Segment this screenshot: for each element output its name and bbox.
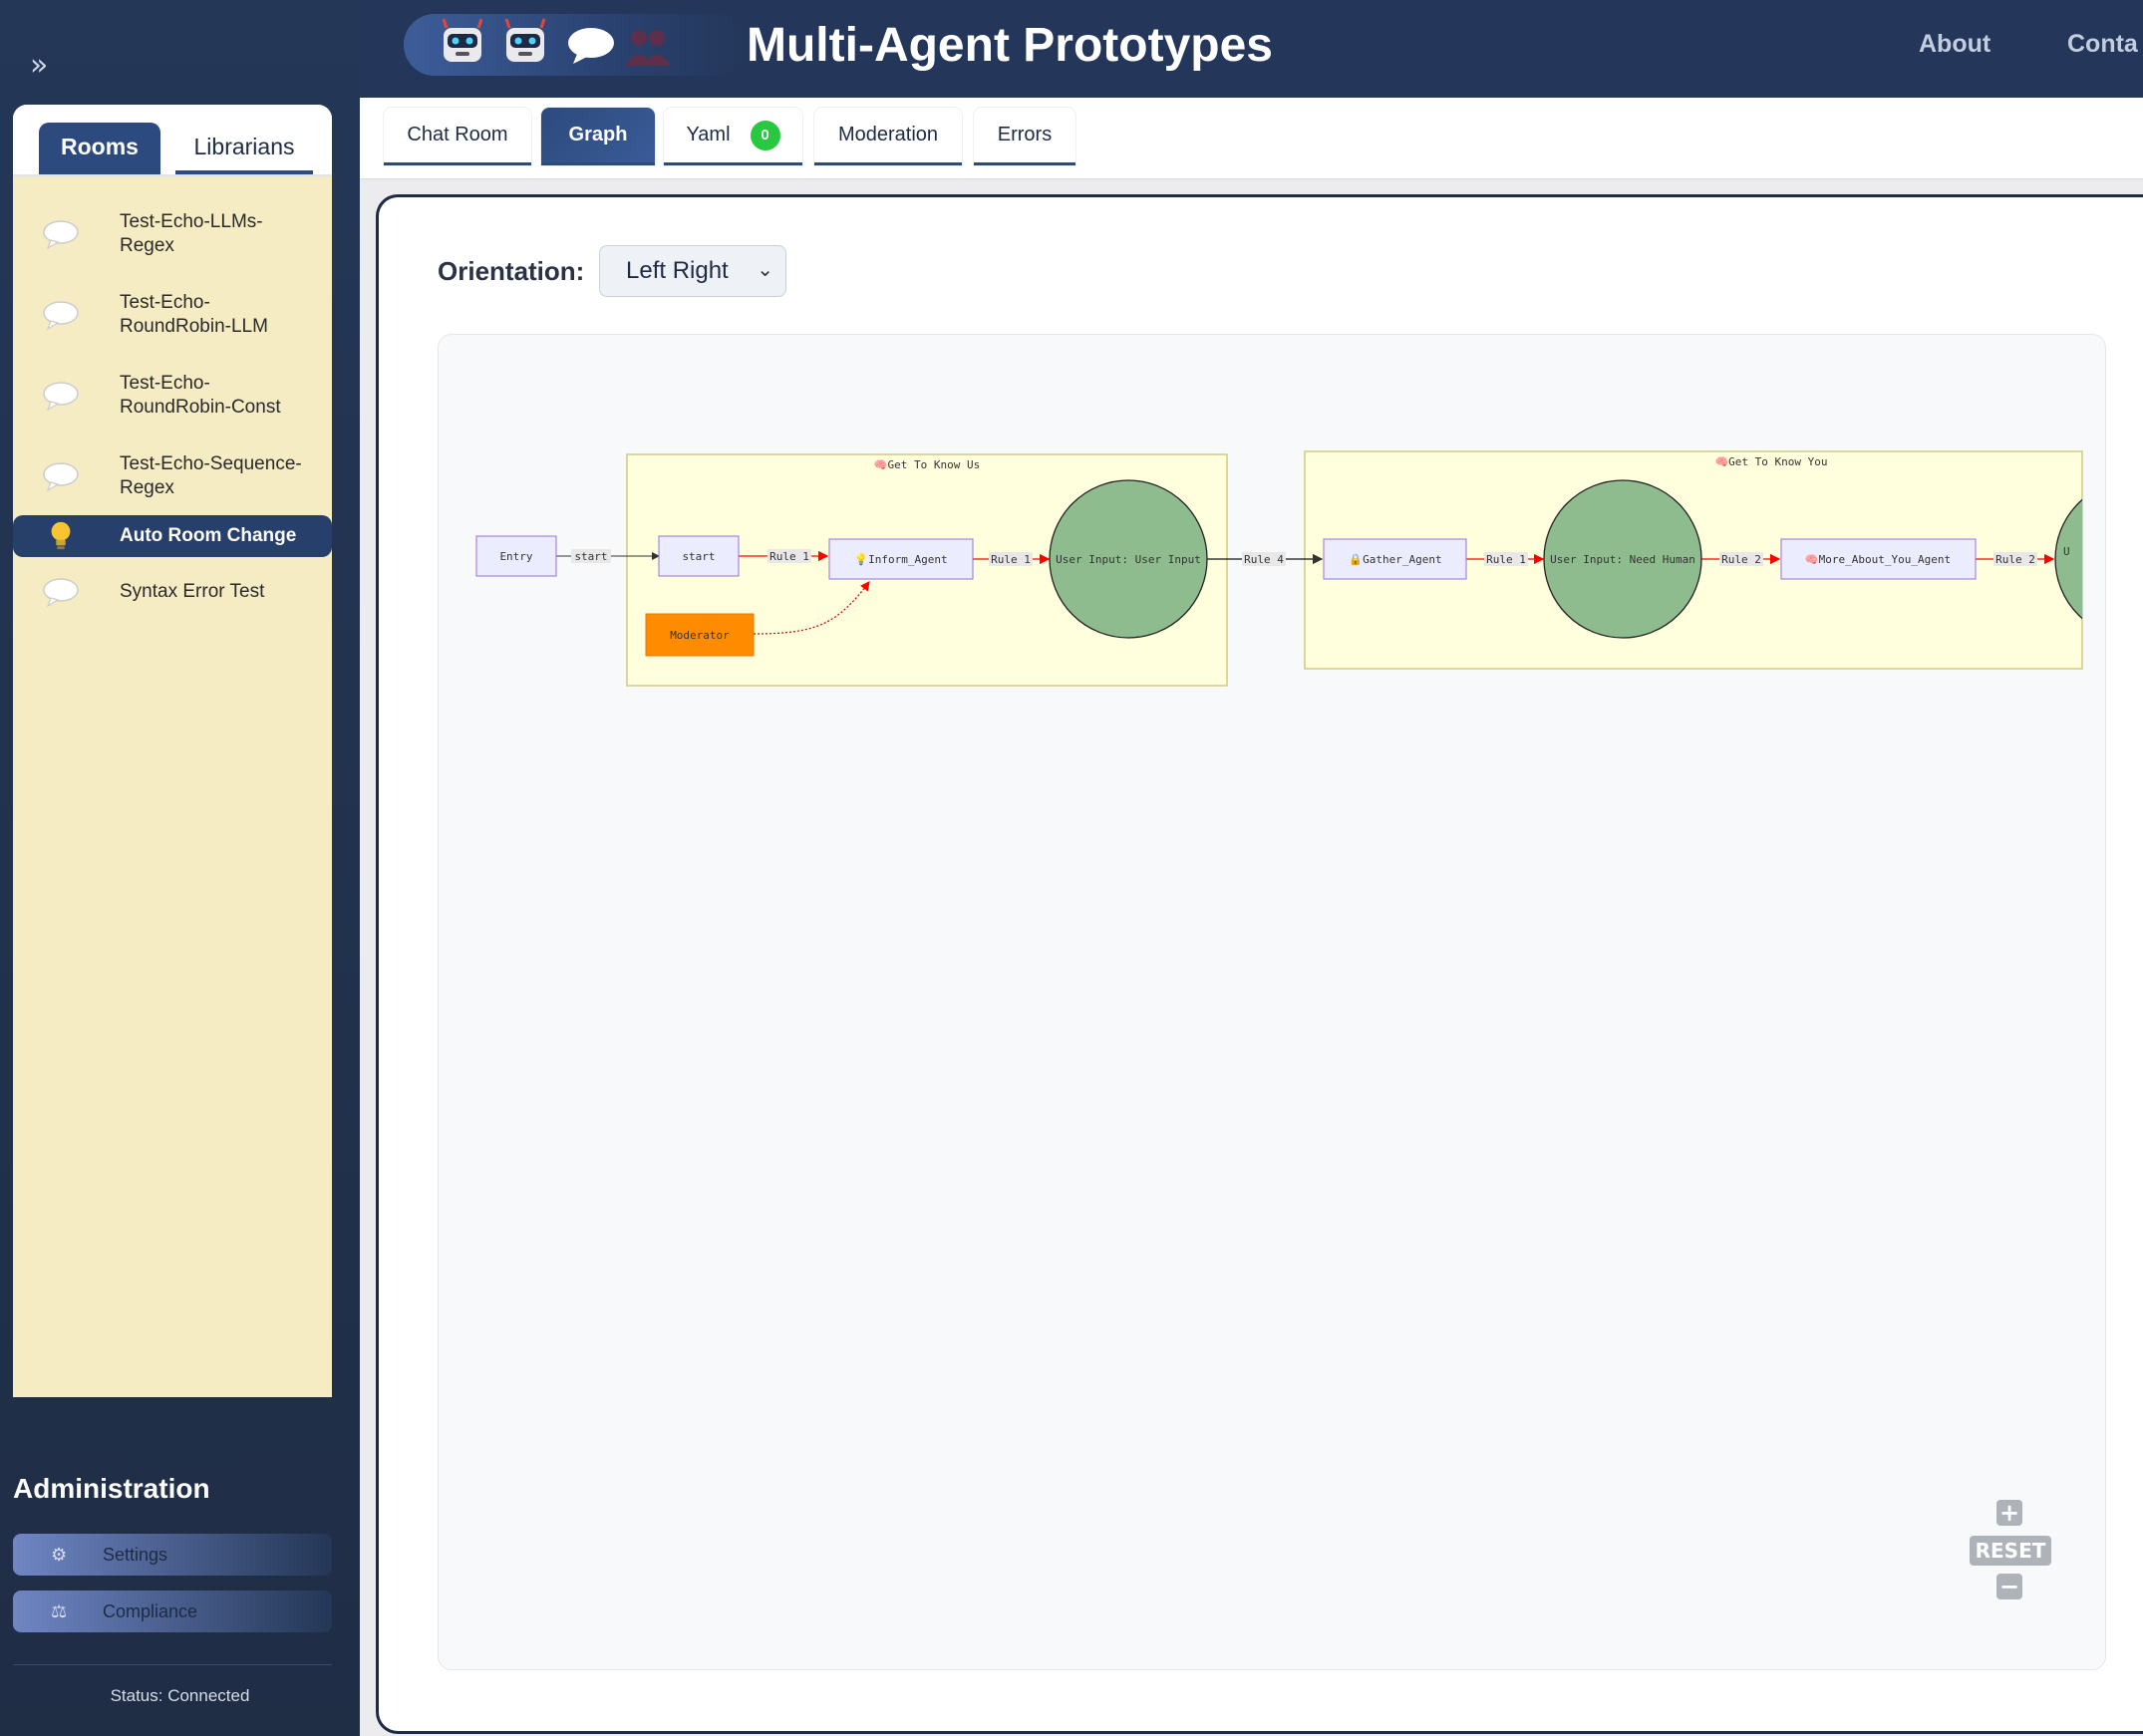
sidebar-divider	[13, 1664, 332, 1665]
edge-label: start	[574, 550, 607, 563]
scales-icon: ⚖	[51, 1600, 68, 1621]
tab-errors[interactable]: Errors	[974, 108, 1075, 165]
tab-graph[interactable]: Graph	[541, 108, 655, 165]
zoom-reset-button[interactable]: RESET	[1970, 1536, 2051, 1566]
room-item-test-echo-sequence-regex[interactable]: Test-Echo-Sequence- Regex	[13, 441, 332, 511]
node-label: User Input: User Input	[1056, 553, 1201, 566]
node-label: U	[2063, 545, 2070, 558]
zoom-in-button[interactable]: +	[1996, 1499, 2022, 1527]
robot-icon	[504, 18, 546, 62]
speech-bubble-icon	[568, 28, 614, 64]
edge-label: Rule 2	[1995, 553, 2035, 566]
room-label: Test-Echo-Sequence- Regex	[120, 453, 302, 498]
node-label: start	[682, 550, 715, 563]
speech-bubble-icon	[43, 301, 79, 331]
yaml-count-badge: 0	[750, 120, 780, 150]
room-label: Syntax Error Test	[120, 581, 265, 602]
edge-label: Rule 4	[1244, 553, 1284, 566]
rooms-panel: Rooms Librarians Test-Echo-LLMs- Regex Te…	[13, 105, 332, 1397]
room-label: Auto Room Change	[120, 525, 297, 546]
group-title: 🧠Get To Know Us	[874, 458, 980, 471]
room-item-test-echo-roundrobin-llm[interactable]: Test-Echo- RoundRobin-LLM	[13, 280, 332, 350]
speech-bubble-icon	[43, 382, 79, 412]
edge-label: Rule 1	[991, 553, 1031, 566]
edge-label: Rule 1	[769, 550, 809, 563]
panel-tabs: Rooms Librarians	[13, 105, 332, 176]
nav-about-link[interactable]: About	[1919, 30, 1990, 59]
orientation-label: Orientation:	[438, 256, 585, 286]
sidebar-toggle-button[interactable]: »	[30, 48, 48, 83]
graph-canvas[interactable]: 🧠Get To Know Us 🧠Get To Know You start R…	[438, 334, 2106, 1670]
room-item-syntax-error-test[interactable]: Syntax Error Test	[13, 569, 332, 615]
node-label: 🧠More_About_You_Agent	[1805, 553, 1951, 566]
settings-button[interactable]: ⚙ Settings	[13, 1534, 332, 1576]
speech-bubble-icon	[43, 578, 79, 608]
compliance-button[interactable]: ⚖ Compliance	[13, 1591, 332, 1632]
light-bulb-icon	[51, 521, 71, 550]
orientation-value: Left Right	[626, 257, 729, 284]
chevron-down-icon: ⌄	[757, 257, 773, 281]
tab-chat-room[interactable]: Chat Room	[384, 108, 531, 165]
tab-moderation[interactable]: Moderation	[814, 108, 962, 165]
tab-rooms[interactable]: Rooms	[39, 123, 160, 174]
nav-contact-link[interactable]: Conta	[2067, 30, 2138, 59]
sidebar: » Rooms Librarians Test-Echo-LLMs- Regex …	[0, 0, 360, 1736]
zoom-out-button[interactable]: −	[1996, 1573, 2022, 1600]
gear-icon: ⚙	[51, 1544, 68, 1565]
node-label: Entry	[499, 550, 532, 563]
node-label: 🔒Gather_Agent	[1349, 553, 1441, 566]
administration-heading: Administration	[13, 1473, 210, 1504]
logo	[404, 14, 748, 76]
compliance-label: Compliance	[103, 1600, 198, 1621]
room-item-test-echo-roundrobin-const[interactable]: Test-Echo- RoundRobin-Const	[13, 361, 332, 431]
room-label: Test-Echo-LLMs- Regex	[120, 211, 263, 256]
room-item-test-echo-llms-regex[interactable]: Test-Echo-LLMs- Regex	[13, 199, 332, 269]
orientation-select[interactable]: Left Right ⌄	[599, 245, 786, 297]
speech-bubble-icon	[43, 462, 79, 492]
room-label: Test-Echo- RoundRobin-LLM	[120, 292, 268, 337]
group-title: 🧠Get To Know You	[1714, 455, 1827, 468]
speech-bubble-icon	[43, 220, 79, 250]
room-label: Test-Echo- RoundRobin-Const	[120, 373, 281, 418]
tab-yaml-label: Yaml	[686, 124, 731, 145]
app-title: Multi-Agent Prototypes	[747, 19, 1273, 72]
edge-label: Rule 1	[1486, 553, 1526, 566]
app-header: Multi-Agent Prototypes About Conta	[360, 0, 2143, 98]
robot-icon	[442, 18, 483, 62]
room-item-auto-room-change[interactable]: Auto Room Change	[13, 515, 332, 557]
node-label: 💡Inform_Agent	[854, 553, 947, 566]
edge-label: Rule 2	[1721, 553, 1761, 566]
people-icon	[625, 30, 671, 66]
tab-yaml[interactable]: Yaml 0	[664, 108, 802, 165]
connection-status: Status: Connected	[110, 1686, 250, 1705]
main-tabs: Chat Room Graph Yaml 0 Moderation Errors	[360, 98, 2143, 179]
node-label: User Input: Need Human	[1550, 553, 1695, 566]
node-label: Moderator	[670, 629, 730, 642]
tab-librarians[interactable]: Librarians	[175, 123, 313, 174]
settings-label: Settings	[103, 1544, 168, 1565]
